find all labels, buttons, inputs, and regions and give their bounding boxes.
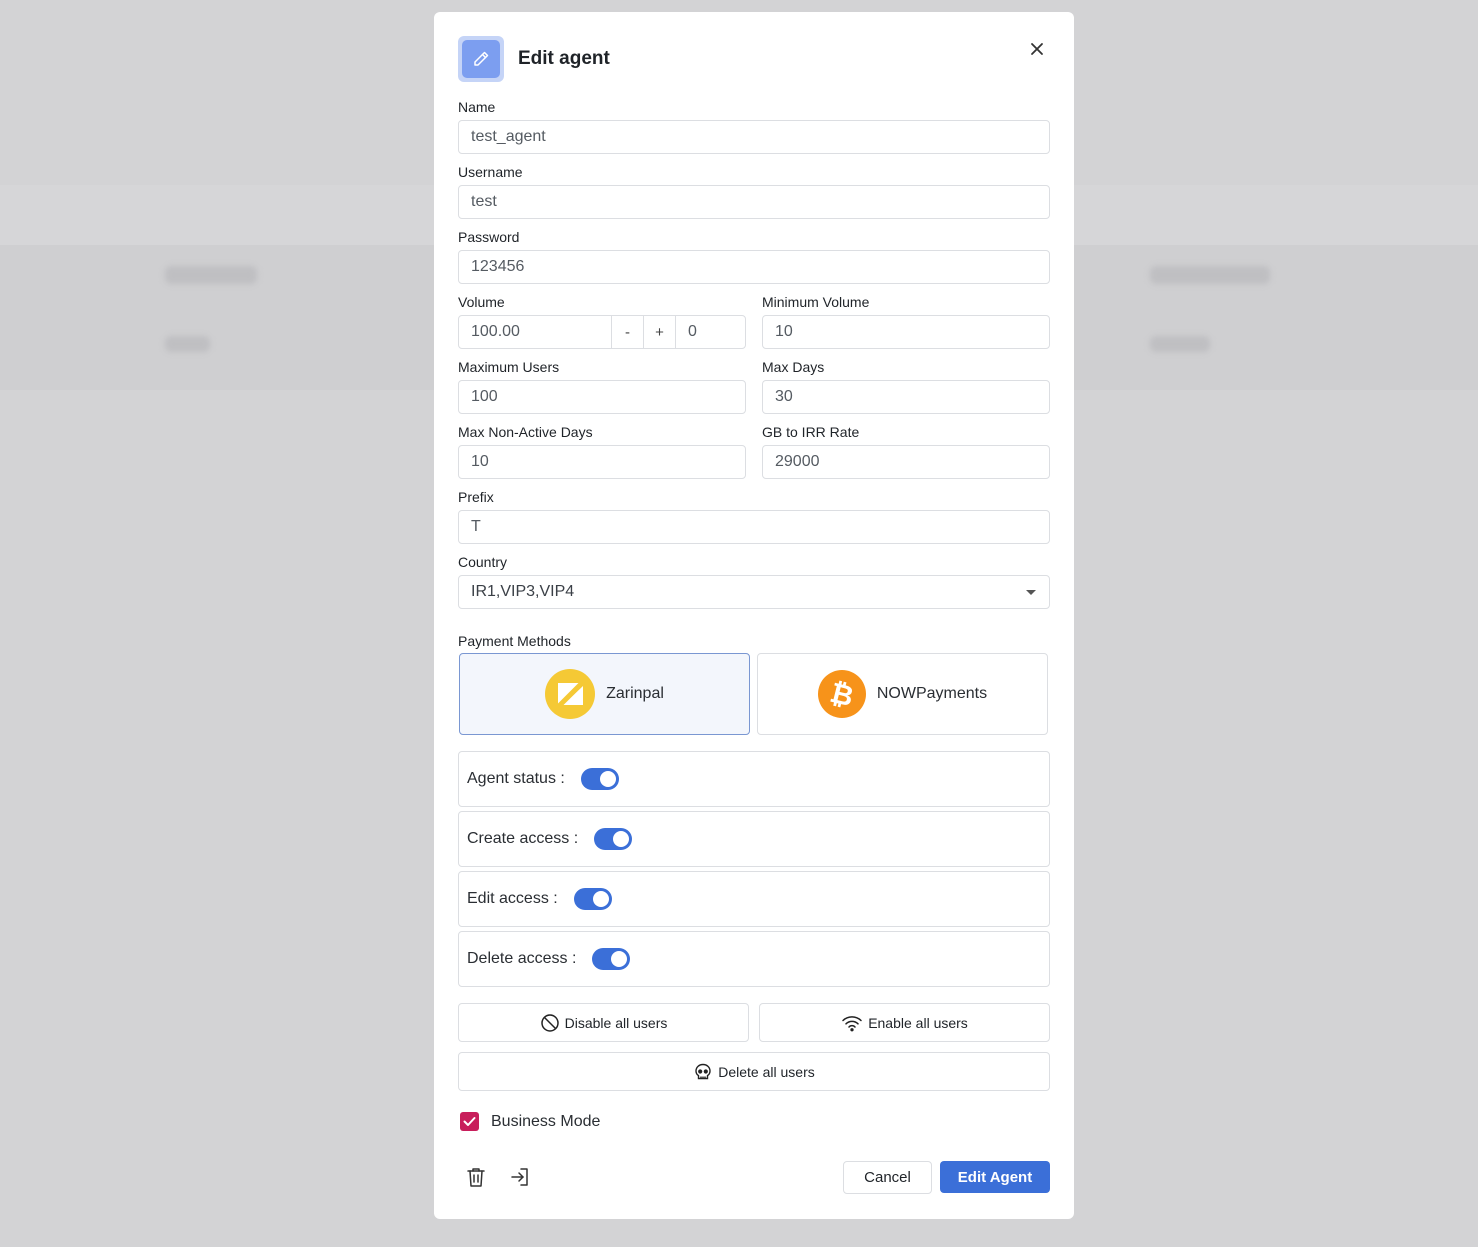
prefix-input[interactable]: T — [458, 510, 1050, 544]
chevron-down-icon — [1026, 590, 1036, 595]
background-blob — [165, 266, 257, 284]
wifi-icon — [842, 1015, 862, 1031]
business-mode-row: Business Mode — [460, 1112, 600, 1131]
agent-status-label: Agent status : — [467, 770, 565, 787]
username-field: Username test — [458, 165, 1050, 219]
trash-icon[interactable] — [463, 1164, 489, 1190]
create-access-row: Create access : — [458, 811, 1050, 867]
username-label: Username — [458, 164, 523, 180]
name-input[interactable]: test_agent — [458, 120, 1050, 154]
close-icon[interactable] — [1026, 38, 1048, 60]
max-users-label: Maximum Users — [458, 359, 560, 375]
agent-status-row: Agent status : — [458, 751, 1050, 807]
svg-text:₿: ₿ — [827, 676, 857, 714]
cancel-button[interactable]: Cancel — [843, 1161, 932, 1194]
header-icon-frame — [458, 36, 504, 82]
min-volume-field: Minimum Volume 10 — [762, 295, 1050, 349]
name-label: Name — [458, 99, 496, 115]
edit-access-row: Edit access : — [458, 871, 1050, 927]
name-field: Name test_agent — [458, 100, 1050, 154]
prefix-label: Prefix — [458, 489, 494, 505]
volume-label: Volume — [458, 294, 505, 310]
zarinpal-logo-icon — [545, 669, 596, 719]
payment-method-name: Zarinpal — [606, 685, 664, 702]
enable-all-users-button[interactable]: Enable all users — [759, 1003, 1050, 1042]
country-select-value[interactable]: IR1,VIP3,VIP4 — [458, 575, 1050, 609]
enable-all-users-label: Enable all users — [868, 1014, 968, 1031]
country-label: Country — [458, 554, 508, 570]
create-access-label: Create access : — [467, 830, 579, 847]
max-days-input[interactable]: 30 — [762, 380, 1050, 414]
delete-access-label: Delete access : — [467, 950, 577, 967]
background-blob — [165, 336, 210, 352]
password-field: Password 123456 — [458, 230, 1050, 284]
agent-status-toggle[interactable] — [580, 768, 619, 790]
payment-methods-label: Payment Methods — [458, 633, 571, 649]
payment-method-name: NOWPayments — [876, 685, 988, 702]
volume-stepper: 100.00 - + 0 — [458, 315, 746, 349]
edit-agent-dialog: Edit agent Name test_agent Username test… — [434, 12, 1074, 1219]
password-input[interactable]: 123456 — [458, 250, 1050, 284]
min-volume-label: Minimum Volume — [762, 294, 870, 310]
dialog-title: Edit agent — [518, 48, 610, 69]
skull-icon — [695, 1063, 711, 1079]
volume-input[interactable]: 100.00 — [459, 316, 612, 348]
delete-all-users-label: Delete all users — [718, 1063, 815, 1080]
max-non-active-days-input[interactable]: 10 — [458, 445, 746, 479]
country-field: Country IR1,VIP3,VIP4 — [458, 555, 1050, 609]
disable-all-users-label: Disable all users — [564, 1014, 668, 1031]
business-mode-checkbox[interactable] — [460, 1112, 479, 1131]
dialog-header: Edit agent — [458, 36, 610, 82]
gb-rate-label: GB to IRR Rate — [762, 424, 860, 440]
delete-access-row: Delete access : — [458, 931, 1050, 987]
max-non-active-days-field: Max Non-Active Days 10 — [458, 425, 746, 479]
background-blob — [1150, 266, 1270, 284]
edit-agent-button[interactable]: Edit Agent — [940, 1161, 1050, 1193]
volume-decrement-button[interactable]: - — [612, 316, 644, 348]
username-input[interactable]: test — [458, 185, 1050, 219]
pencil-icon — [462, 40, 500, 78]
login-icon[interactable] — [507, 1164, 533, 1190]
max-days-field: Max Days 30 — [762, 360, 1050, 414]
edit-access-label: Edit access : — [467, 890, 558, 907]
password-label: Password — [458, 229, 520, 245]
max-days-label: Max Days — [762, 359, 825, 375]
volume-field: Volume 100.00 - + 0 — [458, 295, 746, 349]
business-mode-label: Business Mode — [491, 1112, 601, 1130]
gb-rate-field: GB to IRR Rate 29000 — [762, 425, 1050, 479]
delete-all-users-button[interactable]: Delete all users — [458, 1052, 1050, 1091]
gb-rate-input[interactable]: 29000 — [762, 445, 1050, 479]
bitcoin-logo-icon: ₿ — [817, 670, 866, 718]
edit-access-toggle[interactable] — [573, 888, 612, 910]
max-non-active-days-label: Max Non-Active Days — [458, 424, 593, 440]
volume-increment-button[interactable]: + — [644, 316, 676, 348]
volume-step-input[interactable]: 0 — [676, 316, 745, 348]
create-access-toggle[interactable] — [594, 828, 633, 850]
disable-all-users-button[interactable]: Disable all users — [458, 1003, 749, 1042]
check-icon — [463, 1117, 476, 1126]
block-icon — [540, 1013, 559, 1032]
max-users-field: Maximum Users 100 — [458, 360, 746, 414]
background-blob — [1150, 336, 1210, 352]
delete-access-toggle[interactable] — [592, 948, 631, 970]
payment-method-nowpayments[interactable]: ₿ NOWPayments — [757, 653, 1048, 735]
prefix-field: Prefix T — [458, 490, 1050, 544]
country-select[interactable]: IR1,VIP3,VIP4 — [458, 575, 1050, 609]
payment-method-zarinpal[interactable]: Zarinpal — [459, 653, 750, 735]
min-volume-input[interactable]: 10 — [762, 315, 1050, 349]
max-users-input[interactable]: 100 — [458, 380, 746, 414]
